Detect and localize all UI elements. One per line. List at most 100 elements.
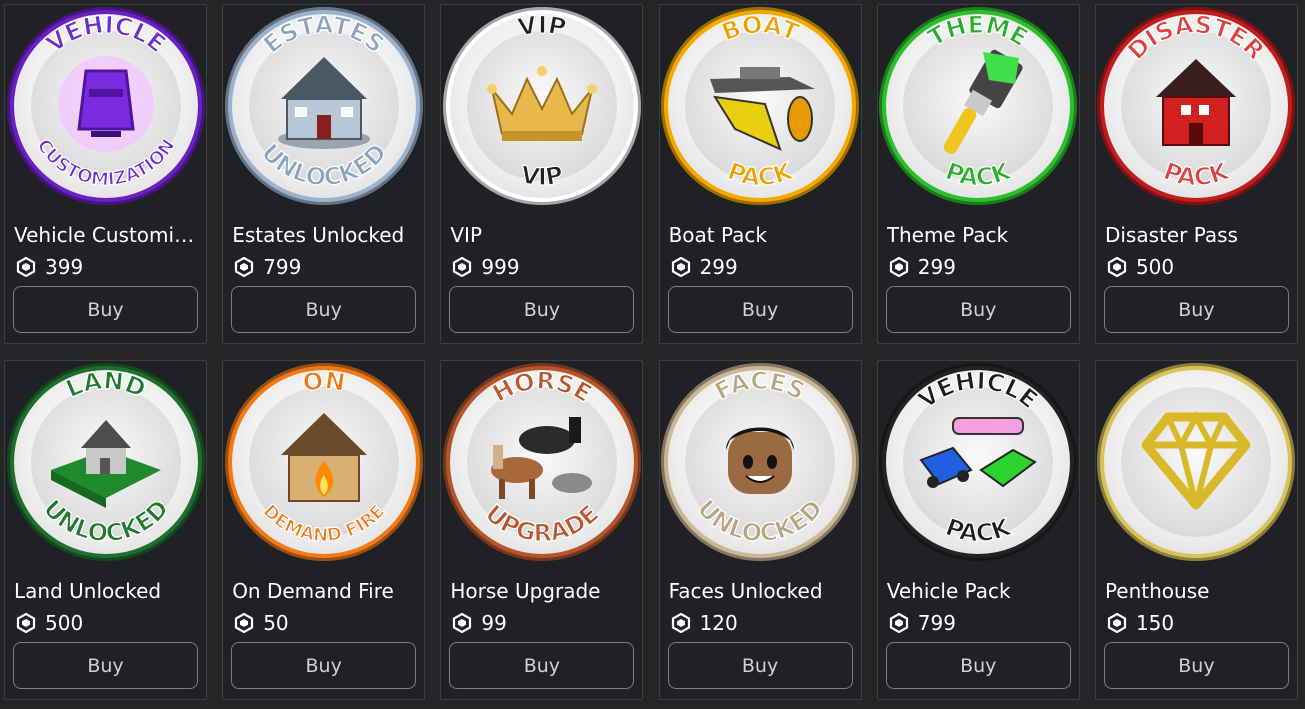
svg-text:FACES: FACES bbox=[710, 366, 809, 405]
gamepass-price: 799 bbox=[234, 255, 301, 279]
gamepass-thumbnail[interactable]: LAND UNLOCKED bbox=[5, 361, 206, 562]
vip-crown-badge-icon: VIP VIP bbox=[442, 6, 641, 205]
svg-text:PACK: PACK bbox=[1160, 156, 1233, 191]
buy-button[interactable]: Buy bbox=[1103, 642, 1289, 689]
gamepass-card-4[interactable]: BOAT PACK Boat Pack 299 Buy bbox=[658, 4, 862, 344]
gamepass-title: Faces Unlocked bbox=[668, 579, 823, 603]
robux-icon bbox=[16, 612, 36, 634]
gamepass-thumbnail[interactable]: BOAT PACK bbox=[660, 5, 861, 206]
svg-text:ON: ON bbox=[301, 366, 347, 397]
on-demand-fire-badge-icon: ON DEMAND FIRE bbox=[224, 362, 423, 561]
gamepass-title: VIP bbox=[450, 223, 483, 247]
gamepass-title: Estates Unlocked bbox=[232, 223, 405, 247]
price-value: 50 bbox=[263, 611, 289, 635]
svg-text:VEHICLE: VEHICLE bbox=[913, 366, 1043, 414]
svg-text:UNLOCKED: UNLOCKED bbox=[37, 494, 173, 547]
gamepass-card-6[interactable]: DISASTER PACK Disaster Pass 500 Buy bbox=[1094, 4, 1298, 344]
gamepass-thumbnail[interactable]: DISASTER PACK bbox=[1096, 5, 1297, 206]
svg-text:UNLOCKED: UNLOCKED bbox=[692, 494, 828, 547]
gamepass-card-8[interactable]: ON DEMAND FIRE On Demand Fire 50 Buy bbox=[222, 360, 426, 700]
faces-unlocked-badge-icon: FACES UNLOCKED bbox=[661, 362, 860, 561]
robux-icon bbox=[452, 256, 472, 278]
svg-text:CUSTOMIZATION: CUSTOMIZATION bbox=[32, 135, 179, 190]
horse-upgrade-badge-icon: HORSE UPGRADE bbox=[442, 362, 641, 561]
gamepass-price: 299 bbox=[889, 255, 956, 279]
gamepass-title: Land Unlocked bbox=[14, 579, 162, 603]
gamepass-thumbnail[interactable]: FACES UNLOCKED bbox=[660, 361, 861, 562]
svg-text:VEHICLE: VEHICLE bbox=[41, 10, 171, 58]
svg-text:PACK: PACK bbox=[942, 156, 1015, 191]
gamepass-price: 120 bbox=[671, 611, 738, 635]
buy-button[interactable]: Buy bbox=[449, 642, 635, 689]
svg-text:VIP: VIP bbox=[519, 160, 566, 191]
gamepass-price: 799 bbox=[889, 611, 956, 635]
price-value: 799 bbox=[917, 611, 956, 635]
gamepass-thumbnail[interactable]: ESTATES UNLOCKED bbox=[223, 5, 424, 206]
gamepass-thumbnail[interactable]: ON DEMAND FIRE bbox=[223, 361, 424, 562]
gamepass-price: 399 bbox=[16, 255, 83, 279]
gamepass-card-3[interactable]: VIP VIP VIP 999 Buy bbox=[440, 4, 644, 344]
buy-button[interactable]: Buy bbox=[667, 286, 853, 333]
robux-icon bbox=[889, 612, 909, 634]
gamepass-price: 150 bbox=[1107, 611, 1174, 635]
price-value: 399 bbox=[45, 255, 84, 279]
robux-icon bbox=[234, 612, 254, 634]
gamepass-title: Penthouse bbox=[1104, 579, 1210, 603]
svg-text:HORSE: HORSE bbox=[488, 366, 597, 407]
gamepass-thumbnail[interactable]: HORSE UPGRADE bbox=[441, 361, 642, 562]
svg-text:DEMAND FIRE: DEMAND FIRE bbox=[258, 500, 389, 546]
robux-icon bbox=[671, 256, 691, 278]
vehicle-customization-badge-icon: VEHICLE CUSTOMIZATION bbox=[6, 6, 205, 205]
theme-pack-brush-badge-icon: THEME PACK bbox=[879, 6, 1078, 205]
buy-button[interactable]: Buy bbox=[449, 286, 635, 333]
price-value: 999 bbox=[481, 255, 520, 279]
gamepass-price: 299 bbox=[671, 255, 738, 279]
gamepass-card-1[interactable]: VEHICLE CUSTOMIZATION Vehicle Customiz..… bbox=[4, 4, 207, 344]
gamepass-thumbnail[interactable]: VEHICLE PACK bbox=[878, 361, 1079, 562]
disaster-pass-badge-icon: DISASTER PACK bbox=[1097, 6, 1296, 205]
robux-icon bbox=[1107, 612, 1127, 634]
store-grid: VEHICLE CUSTOMIZATION Vehicle Customiz..… bbox=[4, 4, 1298, 700]
gamepass-card-9[interactable]: HORSE UPGRADE Horse Upgrade 99 Buy bbox=[440, 360, 644, 700]
gamepass-price: 500 bbox=[16, 611, 83, 635]
gamepass-title: Disaster Pass bbox=[1104, 223, 1238, 247]
svg-text:UPGRADE: UPGRADE bbox=[480, 499, 605, 547]
robux-icon bbox=[671, 612, 691, 634]
buy-button[interactable]: Buy bbox=[13, 642, 198, 689]
buy-button[interactable]: Buy bbox=[231, 286, 417, 333]
buy-button[interactable]: Buy bbox=[885, 286, 1071, 333]
buy-button[interactable]: Buy bbox=[667, 642, 853, 689]
svg-text:ESTATES: ESTATES bbox=[258, 10, 390, 58]
buy-button[interactable]: Buy bbox=[1103, 286, 1289, 333]
gamepass-card-11[interactable]: VEHICLE PACK Vehicle Pack 799 Buy bbox=[876, 360, 1080, 700]
gamepass-card-2[interactable]: ESTATES UNLOCKED Estates Unlocked 799 Bu… bbox=[222, 4, 426, 344]
svg-text:LAND: LAND bbox=[61, 366, 149, 403]
gamepass-price: 999 bbox=[452, 255, 520, 279]
gamepass-card-12[interactable]: Penthouse 150 Buy bbox=[1094, 360, 1298, 700]
gamepass-card-7[interactable]: LAND UNLOCKED Land Unlocked 500 Buy bbox=[4, 360, 207, 700]
gamepass-title: Horse Upgrade bbox=[450, 579, 601, 603]
gamepass-thumbnail[interactable] bbox=[1096, 361, 1297, 562]
buy-button[interactable]: Buy bbox=[885, 642, 1071, 689]
gamepass-card-10[interactable]: FACES UNLOCKED Faces Unlocked 120 Buy bbox=[658, 360, 862, 700]
buy-button[interactable]: Buy bbox=[231, 642, 417, 689]
gamepass-thumbnail[interactable]: THEME PACK bbox=[878, 5, 1079, 206]
gamepass-price: 500 bbox=[1107, 255, 1174, 279]
robux-icon bbox=[889, 256, 909, 278]
land-unlocked-badge-icon: LAND UNLOCKED bbox=[6, 362, 205, 561]
robux-icon bbox=[234, 256, 254, 278]
price-value: 150 bbox=[1135, 611, 1175, 635]
gamepass-title: On Demand Fire bbox=[232, 579, 394, 603]
gamepass-thumbnail[interactable]: VEHICLE CUSTOMIZATION bbox=[5, 5, 206, 206]
gamepass-card-5[interactable]: THEME PACK Theme Pack 299 Buy bbox=[876, 4, 1080, 344]
boat-pack-badge-icon: BOAT PACK bbox=[661, 6, 860, 205]
svg-text:DISASTER: DISASTER bbox=[1123, 10, 1271, 65]
gamepass-title: Vehicle Pack bbox=[886, 579, 1011, 603]
robux-icon bbox=[452, 612, 472, 634]
price-value: 299 bbox=[699, 255, 738, 279]
gamepass-thumbnail[interactable]: VIP VIP bbox=[441, 5, 642, 206]
buy-button[interactable]: Buy bbox=[13, 286, 198, 333]
price-value: 500 bbox=[1135, 255, 1175, 279]
robux-icon bbox=[16, 256, 36, 278]
price-value: 500 bbox=[45, 611, 84, 635]
